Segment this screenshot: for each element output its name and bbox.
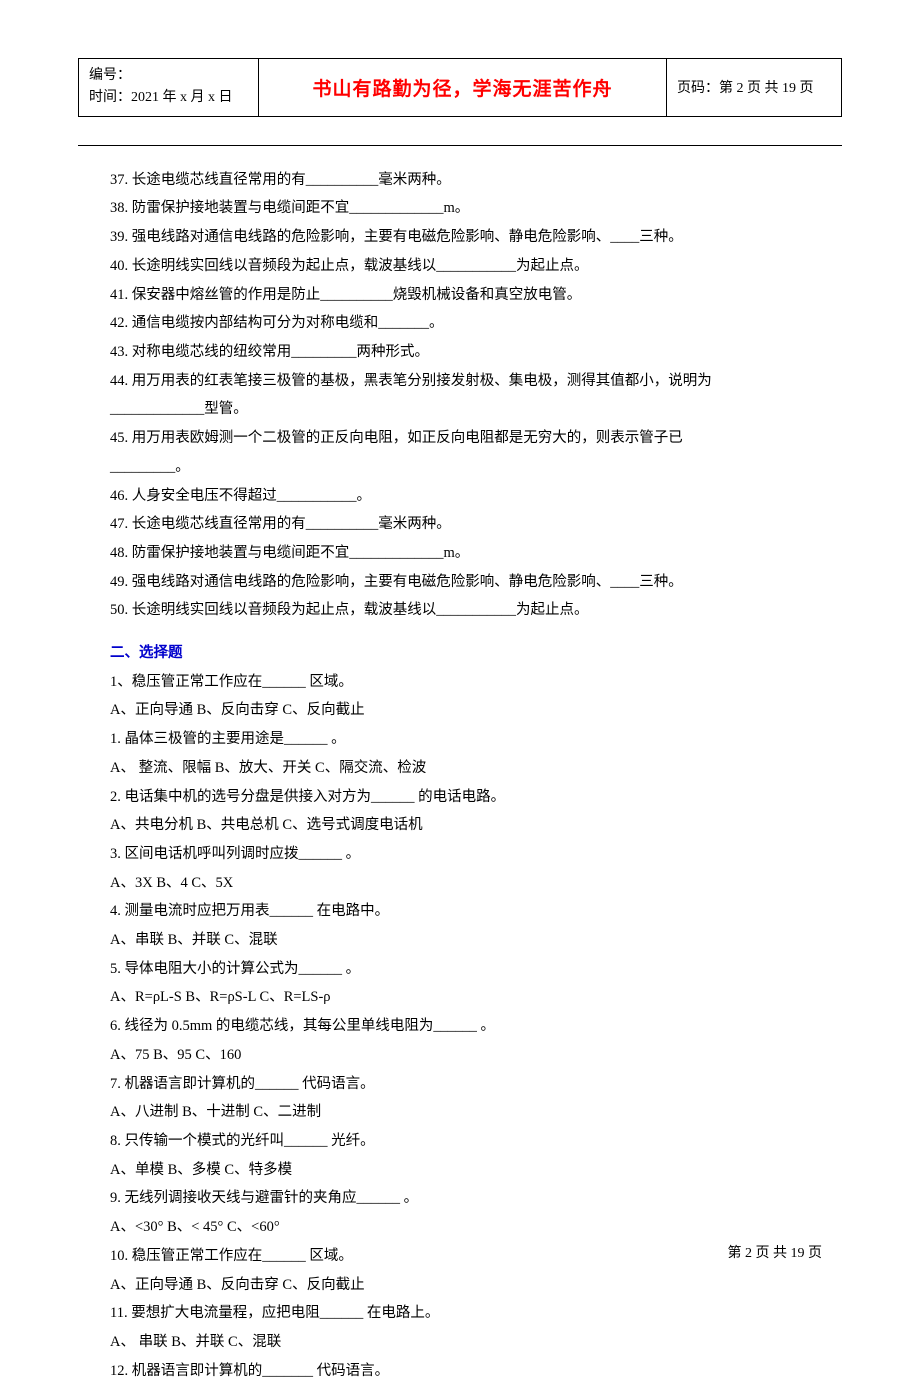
- fill-q-45b: _________。: [110, 453, 838, 482]
- header-left-line2: 时间：2021 年 x 月 x 日: [89, 87, 248, 109]
- page-container: 编号： 时间：2021 年 x 月 x 日 书山有路勤为径，学海无涯苦作舟 页码…: [0, 0, 920, 1385]
- fill-q-50: 50. 长途明线实回线以音频段为起止点，载波基线以___________为起止点…: [110, 596, 838, 625]
- fill-q-40: 40. 长途明线实回线以音频段为起止点，载波基线以___________为起止点…: [110, 252, 838, 281]
- choice-q4-opts: A、串联 B、并联 C、混联: [110, 926, 838, 955]
- fill-q-47: 47. 长途电缆芯线直径常用的有__________毫米两种。: [110, 510, 838, 539]
- header-left-line1: 编号：: [89, 65, 248, 87]
- choice-q2: 2. 电话集中机的选号分盘是供接入对方为______ 的电话电路。: [110, 783, 838, 812]
- header-right-text: 页码：第 2 页 共 19 页: [677, 81, 814, 96]
- section-2-title: 二、选择题: [110, 639, 838, 668]
- fill-q-45a: 45. 用万用表欧姆测一个二极管的正反向电阻，如正反向电阻都是无穷大的，则表示管…: [110, 424, 838, 453]
- fill-q-41: 41. 保安器中熔丝管的作用是防止__________烧毁机械设备和真空放电管。: [110, 281, 838, 310]
- fill-q-43: 43. 对称电缆芯线的纽绞常用_________两种形式。: [110, 338, 838, 367]
- choice-q1-opts: A、正向导通 B、反向击穿 C、反向截止: [110, 696, 838, 725]
- choice-q1b: 1. 晶体三极管的主要用途是______ 。: [110, 725, 838, 754]
- choice-q2-opts: A、共电分机 B、共电总机 C、选号式调度电话机: [110, 811, 838, 840]
- choice-q5-opts: A、R=ρL-S B、R=ρS-L C、R=LS-ρ: [110, 983, 838, 1012]
- header-underline: [78, 145, 842, 146]
- fill-q-39: 39. 强电线路对通信电线路的危险影响，主要有电磁危险影响、静电危险影响、___…: [110, 223, 838, 252]
- choice-q7-opts: A、八进制 B、十进制 C、二进制: [110, 1098, 838, 1127]
- fill-q-48: 48. 防雷保护接地装置与电缆间距不宜_____________m。: [110, 539, 838, 568]
- header-right-cell: 页码：第 2 页 共 19 页: [667, 59, 842, 117]
- choice-q8: 8. 只传输一个模式的光纤叫______ 光纤。: [110, 1127, 838, 1156]
- choice-q1: 1、稳压管正常工作应在______ 区域。: [110, 668, 838, 697]
- choice-q6: 6. 线径为 0.5mm 的电缆芯线，其每公里单线电阻为______ 。: [110, 1012, 838, 1041]
- fill-q-46: 46. 人身安全电压不得超过___________。: [110, 482, 838, 511]
- choice-q3: 3. 区间电话机呼叫列调时应拨______ 。: [110, 840, 838, 869]
- page-footer: 第 2 页 共 19 页: [728, 1242, 823, 1262]
- content-body: 37. 长途电缆芯线直径常用的有__________毫米两种。 38. 防雷保护…: [78, 166, 842, 1385]
- choice-q1b-opts: A、 整流、限幅 B、放大、开关 C、隔交流、检波: [110, 754, 838, 783]
- fill-q-42: 42. 通信电缆按内部结构可分为对称电缆和_______。: [110, 309, 838, 338]
- choice-q10-opts: A、正向导通 B、反向击穿 C、反向截止: [110, 1271, 838, 1300]
- fill-q-44a: 44. 用万用表的红表笔接三极管的基极，黑表笔分别接发射极、集电极，测得其值都小…: [110, 367, 838, 396]
- fill-q-44b: _____________型管。: [110, 395, 838, 424]
- choice-q7: 7. 机器语言即计算机的______ 代码语言。: [110, 1070, 838, 1099]
- choice-q5: 5. 导体电阻大小的计算公式为______ 。: [110, 955, 838, 984]
- choice-q11-opts: A、 串联 B、并联 C、混联: [110, 1328, 838, 1357]
- choice-q4: 4. 测量电流时应把万用表______ 在电路中。: [110, 897, 838, 926]
- choice-q9: 9. 无线列调接收天线与避雷针的夹角应______ 。: [110, 1184, 838, 1213]
- header-left-cell: 编号： 时间：2021 年 x 月 x 日: [79, 59, 259, 117]
- header-center-cell: 书山有路勤为径，学海无涯苦作舟: [259, 59, 667, 117]
- choice-q12: 12. 机器语言即计算机的_______ 代码语言。: [110, 1357, 838, 1385]
- choice-q9-opts: A、<30° B、< 45° C、<60°: [110, 1213, 838, 1242]
- choice-q6-opts: A、75 B、95 C、160: [110, 1041, 838, 1070]
- fill-q-37: 37. 长途电缆芯线直径常用的有__________毫米两种。: [110, 166, 838, 195]
- choice-q11: 11. 要想扩大电流量程，应把电阻______ 在电路上。: [110, 1299, 838, 1328]
- header-center-text: 书山有路勤为径，学海无涯苦作舟: [312, 79, 612, 100]
- header-table: 编号： 时间：2021 年 x 月 x 日 书山有路勤为径，学海无涯苦作舟 页码…: [78, 58, 842, 117]
- choice-q8-opts: A、单模 B、多模 C、特多模: [110, 1156, 838, 1185]
- choice-q3-opts: A、3X B、4 C、5X: [110, 869, 838, 898]
- fill-q-49: 49. 强电线路对通信电线路的危险影响，主要有电磁危险影响、静电危险影响、___…: [110, 568, 838, 597]
- fill-q-38: 38. 防雷保护接地装置与电缆间距不宜_____________m。: [110, 194, 838, 223]
